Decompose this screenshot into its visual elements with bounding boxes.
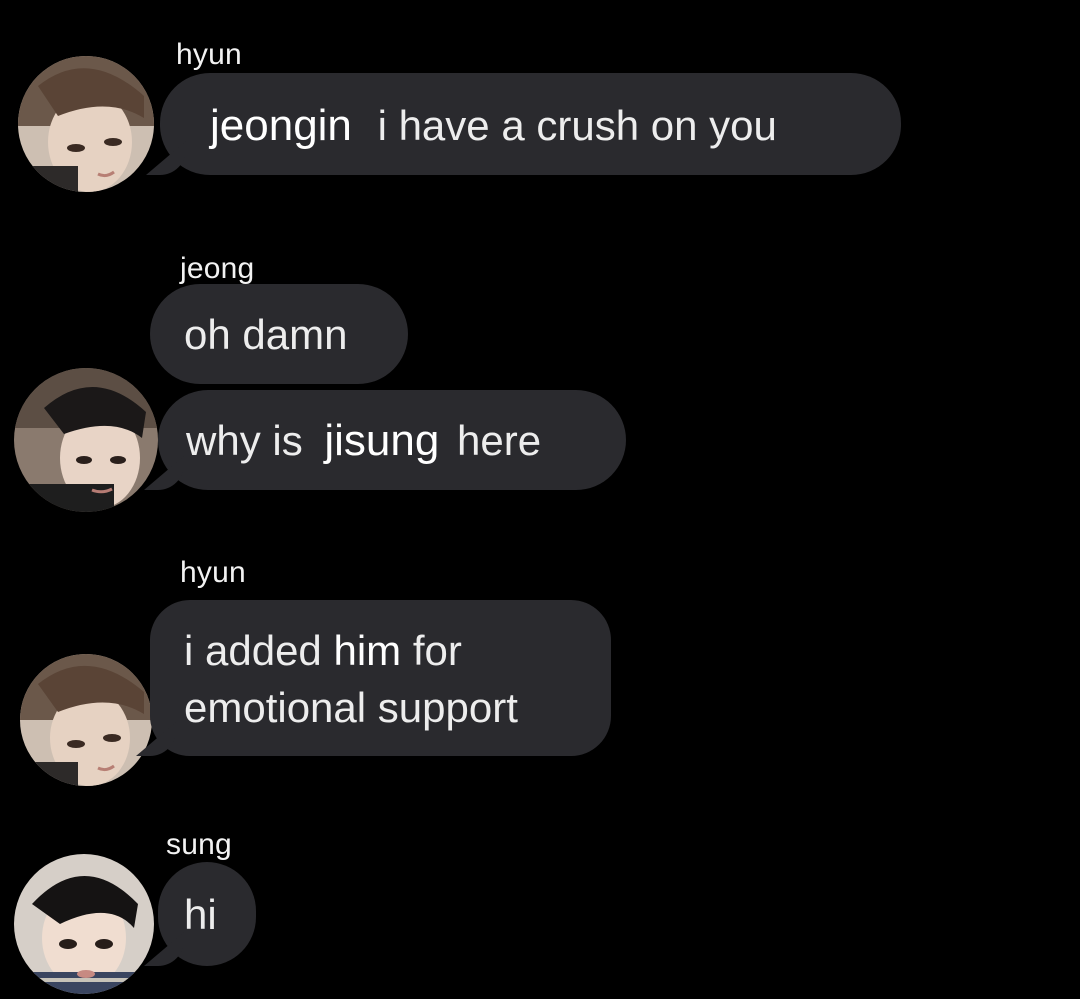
message-text: i added xyxy=(184,627,322,674)
message-bubble[interactable]: oh damn xyxy=(150,284,408,384)
sender-name: jeong xyxy=(180,252,255,285)
user-avatar-icon[interactable] xyxy=(14,854,154,994)
message-bubble[interactable]: i added him for emotional support xyxy=(150,600,611,756)
message-text: hi xyxy=(184,891,217,938)
user-avatar-icon[interactable] xyxy=(14,368,158,512)
sender-name: hyun xyxy=(176,38,242,71)
message-text: i have a crush on you xyxy=(377,102,777,149)
message-emph-text: him xyxy=(333,627,402,674)
user-avatar-icon[interactable] xyxy=(18,56,154,192)
message-text: why is xyxy=(186,417,303,464)
avatar-sung-icon xyxy=(14,854,154,994)
message-text: oh damn xyxy=(184,311,348,358)
message-text: emotional support xyxy=(184,684,518,731)
message-bubble[interactable]: jeongin i have a crush on you xyxy=(160,73,901,175)
sender-name: hyun xyxy=(180,556,246,589)
chat-thread: hyun jeongin i have a crush on you jeong… xyxy=(0,0,1080,999)
mention-text[interactable]: jisung xyxy=(324,416,439,465)
message-bubble[interactable]: hi xyxy=(158,862,256,966)
message-line: emotional support xyxy=(184,679,611,736)
message-text: here xyxy=(457,417,542,464)
avatar-hyun-icon xyxy=(18,56,154,192)
user-avatar-icon[interactable] xyxy=(20,654,152,786)
mention-text[interactable]: jeongin xyxy=(210,101,352,150)
avatar-hyun-icon xyxy=(20,654,152,786)
message-text: for xyxy=(412,627,462,674)
sender-name: sung xyxy=(166,828,232,861)
avatar-jeong-icon xyxy=(14,368,158,512)
message-line: i added him for xyxy=(184,622,611,679)
message-bubble[interactable]: why is jisung here xyxy=(158,390,626,490)
